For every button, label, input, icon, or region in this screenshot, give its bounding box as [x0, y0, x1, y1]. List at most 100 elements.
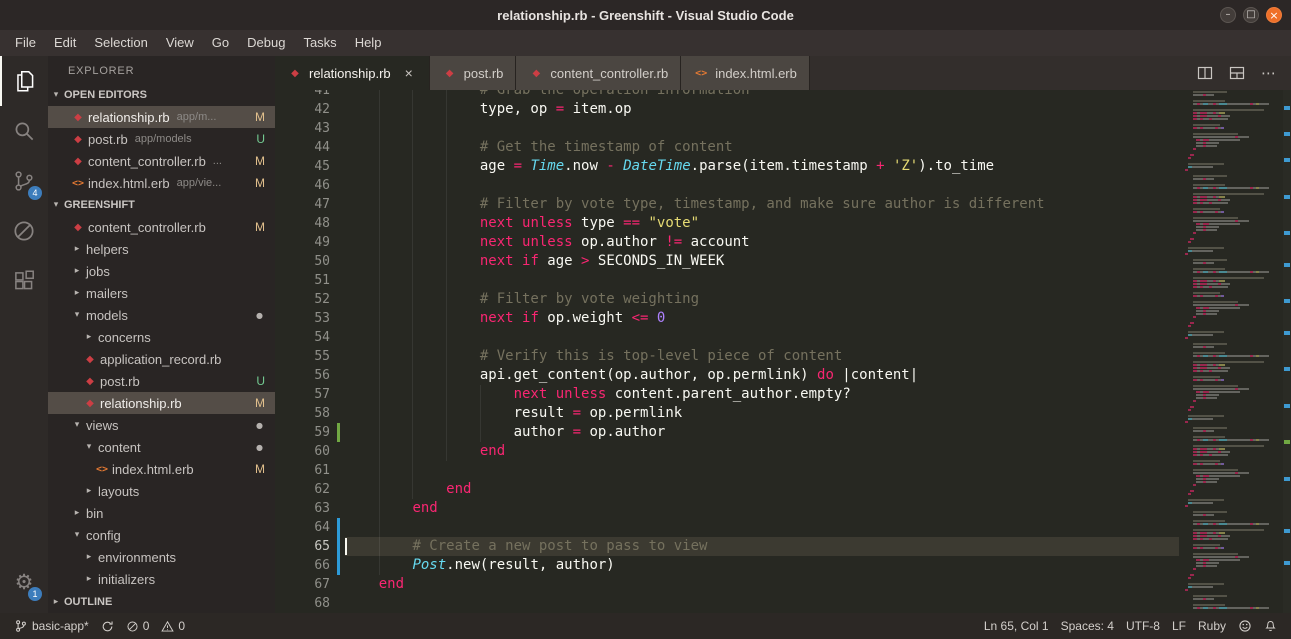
gutter-line[interactable]: 58 [275, 404, 345, 423]
code-line[interactable] [345, 119, 1179, 138]
open-editor-item-post-rb[interactable]: ◆ post.rb app/models U [48, 128, 275, 150]
menu-item-debug[interactable]: Debug [238, 30, 294, 56]
code-line[interactable]: next unless type == "vote" [345, 214, 1179, 233]
gutter-line[interactable]: 47 [275, 195, 345, 214]
status-indentation[interactable]: Spaces: 4 [1055, 613, 1120, 639]
gutter-line[interactable]: 59 [275, 423, 345, 442]
outline-header[interactable]: ▸ OUTLINE [48, 591, 275, 613]
gutter-line[interactable]: 54 [275, 328, 345, 347]
gutter-line[interactable]: 48 [275, 214, 345, 233]
code-line[interactable] [345, 271, 1179, 290]
tree-item-environments[interactable]: ▸ environments [48, 546, 275, 568]
tab-index-html-erb[interactable]: <> index.html.erb [681, 56, 810, 90]
tree-item-content[interactable]: ▾ content ● [48, 436, 275, 458]
gutter-line[interactable]: 45 [275, 157, 345, 176]
status-warnings[interactable]: 0 [155, 613, 191, 639]
code-area[interactable]: # Grab the operation information type, o… [345, 90, 1179, 613]
menu-item-tasks[interactable]: Tasks [294, 30, 345, 56]
workspace-header[interactable]: ▾ GREENSHIFT [48, 194, 275, 216]
gutter-line[interactable]: 42 [275, 100, 345, 119]
tree-item-bin[interactable]: ▸ bin [48, 502, 275, 524]
code-line[interactable]: next if op.weight <= 0 [345, 309, 1179, 328]
menu-item-edit[interactable]: Edit [45, 30, 85, 56]
status-encoding[interactable]: UTF-8 [1120, 613, 1166, 639]
code-line[interactable]: type, op = item.op [345, 100, 1179, 119]
code-line[interactable] [345, 328, 1179, 347]
status-notifications[interactable] [1258, 613, 1283, 639]
gutter-line[interactable]: 53 [275, 309, 345, 328]
code-line[interactable]: end [345, 575, 1179, 594]
code-line[interactable]: end [345, 442, 1179, 461]
tree-item-helpers[interactable]: ▸ helpers [48, 238, 275, 260]
tree-item-views[interactable]: ▾ views ● [48, 414, 275, 436]
gutter-line[interactable]: 44 [275, 138, 345, 157]
gutter-line[interactable]: 65 [275, 537, 345, 556]
tab-content-controller-rb[interactable]: ◆ content_controller.rb [516, 56, 682, 90]
gutter-line[interactable]: 52 [275, 290, 345, 309]
code-line[interactable] [345, 594, 1179, 613]
activity-source-control[interactable]: 4 [0, 156, 48, 206]
gutter-line[interactable]: 55 [275, 347, 345, 366]
tab-relationship-rb[interactable]: ◆ relationship.rb × [275, 56, 430, 90]
gutter-line[interactable]: 50 [275, 252, 345, 271]
tree-item-layouts[interactable]: ▸ layouts [48, 480, 275, 502]
tree-item-concerns[interactable]: ▸ concerns [48, 326, 275, 348]
more-actions-icon[interactable]: ⋯ [1261, 64, 1277, 82]
gutter-line[interactable]: 57 [275, 385, 345, 404]
gutter-line[interactable]: 63 [275, 499, 345, 518]
gutter-line[interactable]: 66 [275, 556, 345, 575]
menu-item-file[interactable]: File [6, 30, 45, 56]
menu-item-selection[interactable]: Selection [85, 30, 156, 56]
tree-item-mailers[interactable]: ▸ mailers [48, 282, 275, 304]
minimap[interactable] [1179, 90, 1283, 613]
open-editor-item-content-controller-rb[interactable]: ◆ content_controller.rb... M [48, 150, 275, 172]
code-line[interactable] [345, 176, 1179, 195]
code-line[interactable]: # Filter by vote weighting [345, 290, 1179, 309]
code-line[interactable]: next unless content.parent_author.empty? [345, 385, 1179, 404]
code-line[interactable]: next if age > SECONDS_IN_WEEK [345, 252, 1179, 271]
status-cursor-position[interactable]: Ln 65, Col 1 [978, 613, 1055, 639]
status-git-branch[interactable]: basic-app* [8, 613, 95, 639]
tree-item-config[interactable]: ▾ config [48, 524, 275, 546]
menu-item-view[interactable]: View [157, 30, 203, 56]
open-editor-item-relationship-rb[interactable]: ◆ relationship.rb app/m... M [48, 106, 275, 128]
split-editor-icon[interactable] [1197, 65, 1213, 81]
activity-search[interactable] [0, 106, 48, 156]
close-tab-icon[interactable]: × [401, 65, 417, 81]
code-line[interactable]: # Get the timestamp of content [345, 138, 1179, 157]
gutter-line[interactable]: 43 [275, 119, 345, 138]
gutter-line[interactable]: 56 [275, 366, 345, 385]
gutter-line[interactable]: 68 [275, 594, 345, 613]
gutter-line[interactable]: 49 [275, 233, 345, 252]
code-line[interactable]: # Verify this is top-level piece of cont… [345, 347, 1179, 366]
gutter-line[interactable]: 64 [275, 518, 345, 537]
gutter-line[interactable]: 41 [275, 90, 345, 100]
tab-post-rb[interactable]: ◆ post.rb [429, 56, 517, 90]
tree-item-relationship-rb[interactable]: ◆ relationship.rb M [48, 392, 275, 414]
status-errors[interactable]: 0 [120, 613, 156, 639]
editor-layout-icon[interactable] [1229, 65, 1245, 81]
maximize-button[interactable]: □ [1243, 7, 1259, 23]
code-line[interactable]: end [345, 499, 1179, 518]
code-line[interactable]: # Grab the operation information [345, 90, 1179, 100]
activity-debug[interactable] [0, 206, 48, 256]
tree-item-index-html-erb[interactable]: <> index.html.erb M [48, 458, 275, 480]
gutter-line[interactable]: 46 [275, 176, 345, 195]
status-eol[interactable]: LF [1166, 613, 1192, 639]
code-line[interactable]: author = op.author [345, 423, 1179, 442]
open-editors-header[interactable]: ▾ OPEN EDITORS [48, 84, 275, 106]
code-line[interactable] [345, 518, 1179, 537]
open-editor-item-index-html-erb[interactable]: <> index.html.erb app/vie... M [48, 172, 275, 194]
tree-item-jobs[interactable]: ▸ jobs [48, 260, 275, 282]
code-line[interactable]: # Create a new post to pass to view [345, 537, 1179, 556]
code-line[interactable] [345, 461, 1179, 480]
activity-explorer[interactable] [0, 56, 48, 106]
tree-item-application-record-rb[interactable]: ◆ application_record.rb [48, 348, 275, 370]
code-line[interactable]: Post.new(result, author) [345, 556, 1179, 575]
tree-item-models[interactable]: ▾ models ● [48, 304, 275, 326]
status-language-mode[interactable]: Ruby [1192, 613, 1232, 639]
code-line[interactable]: # Filter by vote type, timestamp, and ma… [345, 195, 1179, 214]
status-sync[interactable] [95, 613, 120, 639]
gutter-line[interactable]: 62 [275, 480, 345, 499]
code-line[interactable]: api.get_content(op.author, op.permlink) … [345, 366, 1179, 385]
